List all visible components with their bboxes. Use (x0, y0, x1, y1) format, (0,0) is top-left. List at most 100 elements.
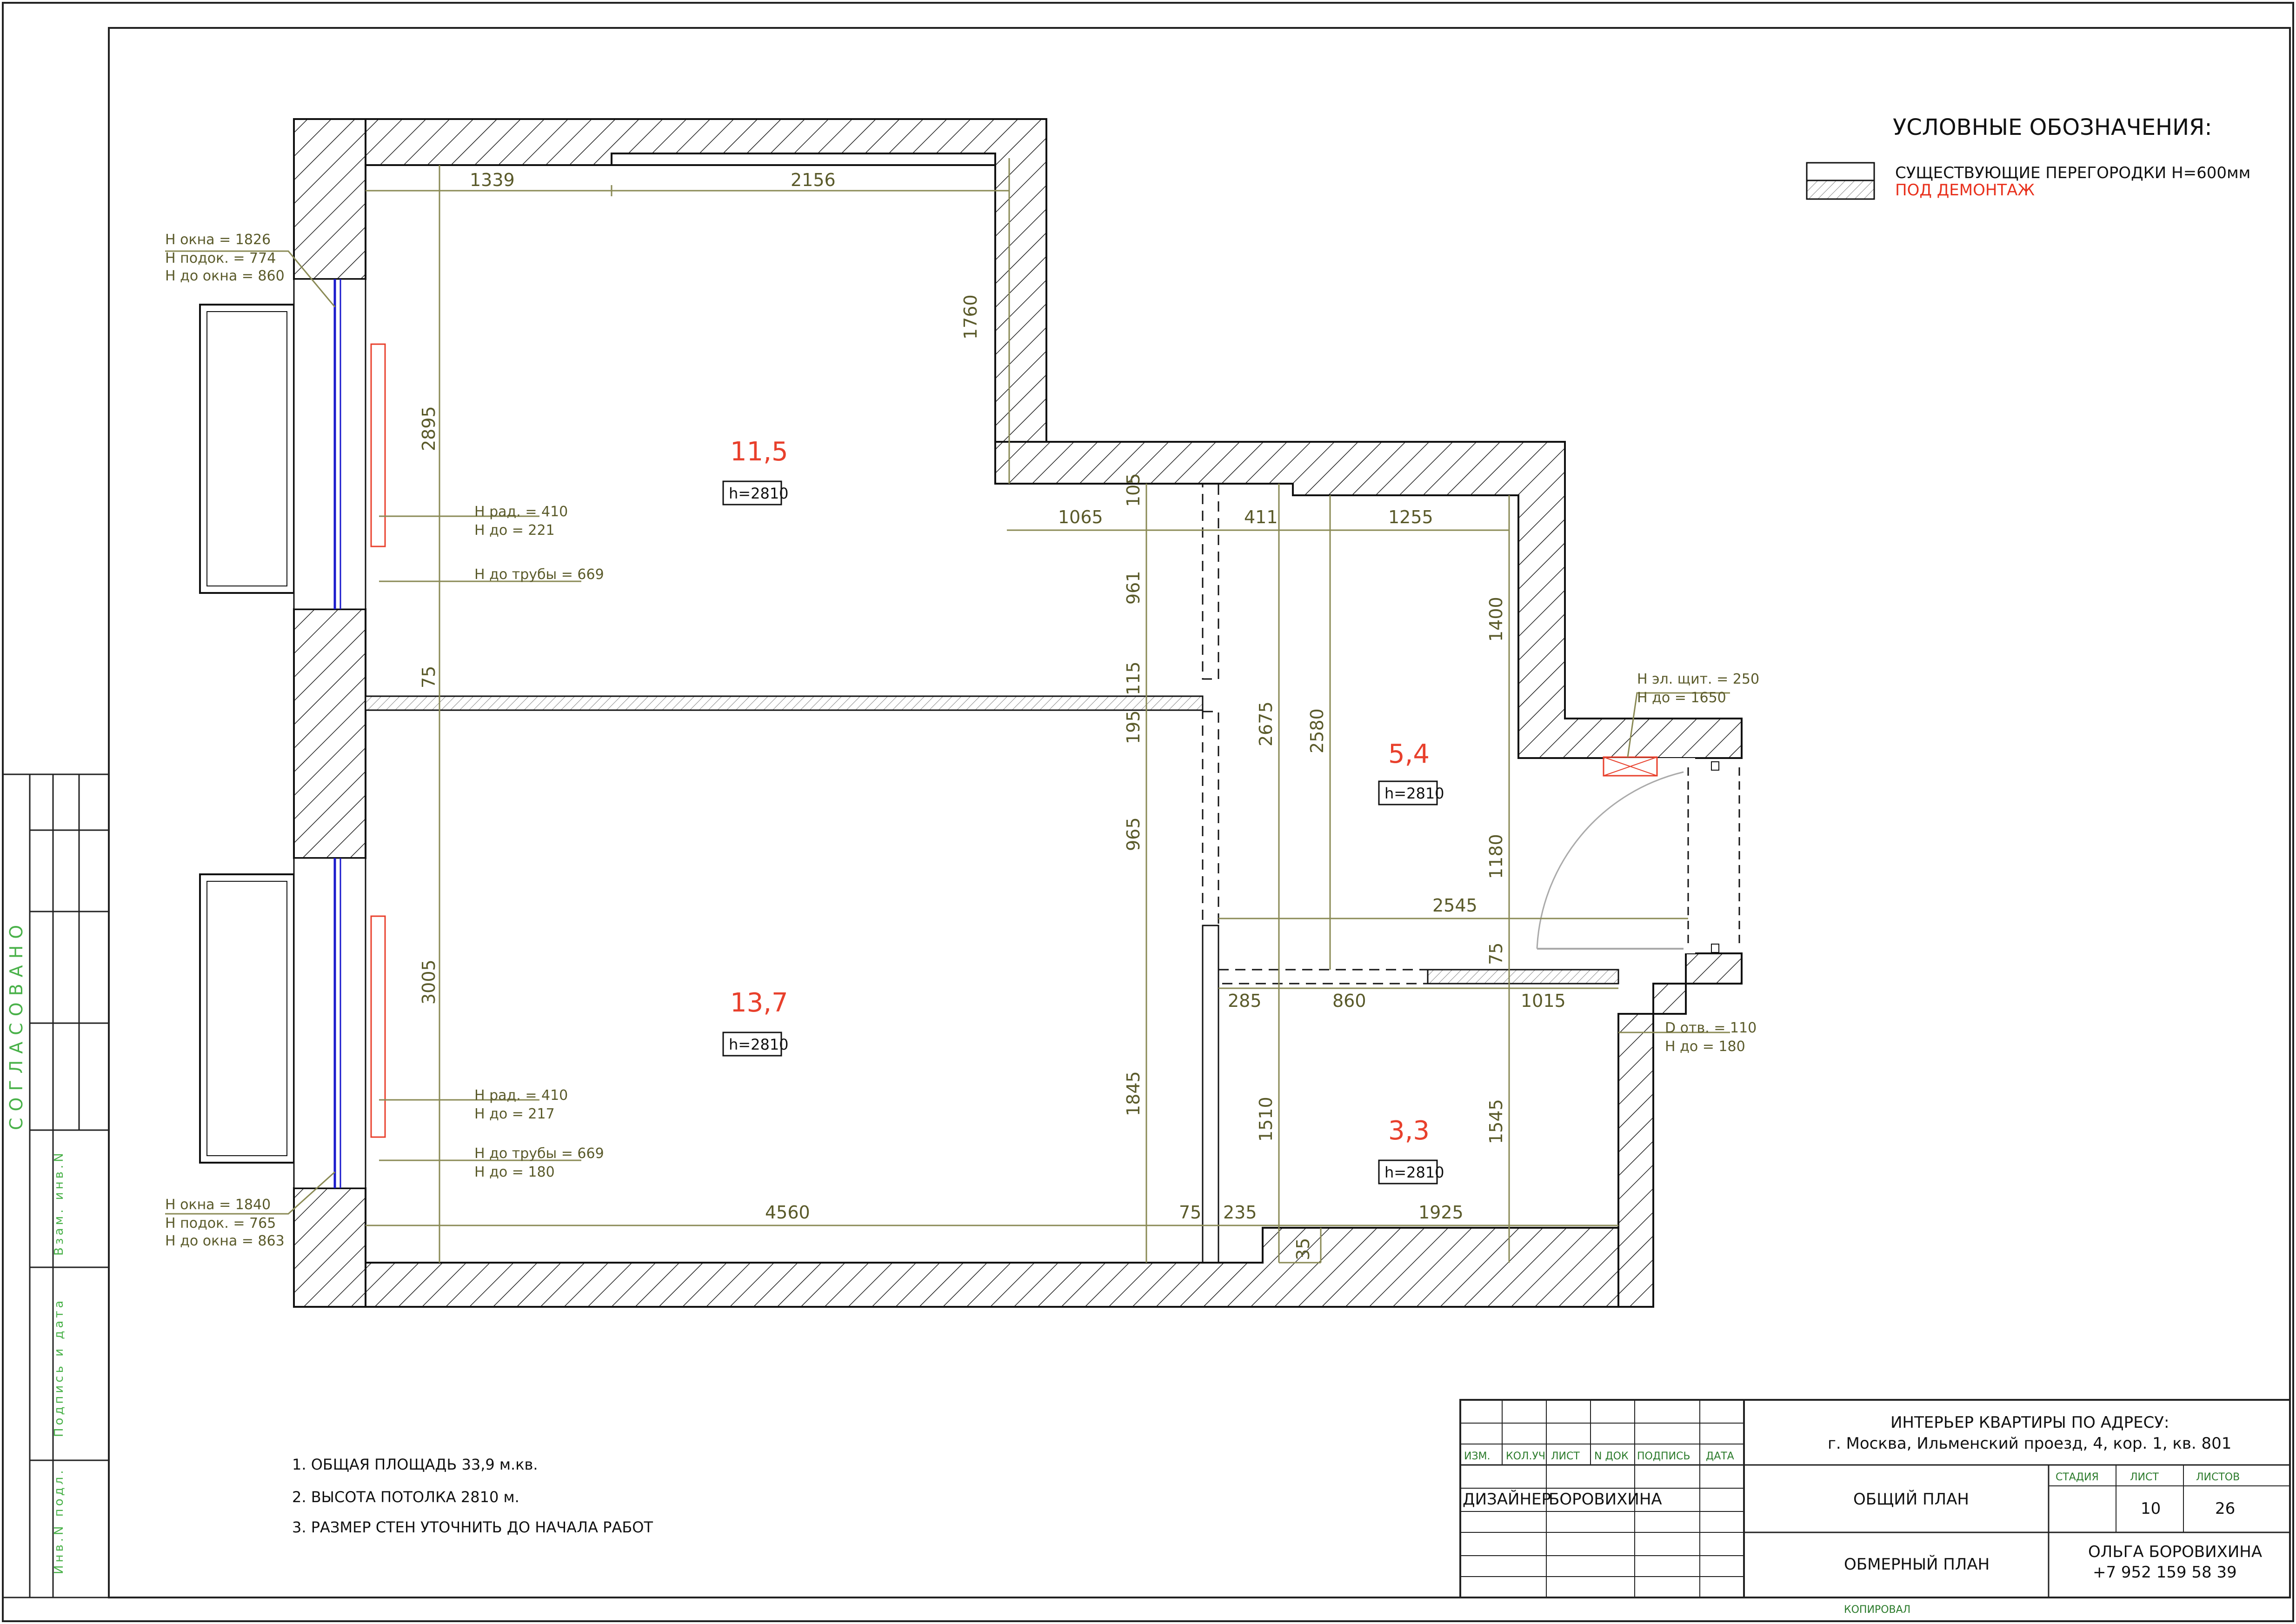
note-rad-top-2: H до = 221 (474, 522, 555, 539)
dim-2895: 2895 (419, 406, 439, 451)
partition-dashed-mid (1202, 711, 1219, 926)
legend-swatch-existing (1806, 162, 1875, 181)
dim-965: 965 (1123, 817, 1144, 851)
dim-285: 285 (1228, 991, 1262, 1011)
stamp-agreed: СОГЛАСОВАНО (6, 918, 27, 1130)
tb-sheet-label: ЛИСТ (2130, 1471, 2159, 1483)
dim-115: 115 (1123, 661, 1144, 695)
note-panel-2: H до = 1650 (1637, 690, 1726, 706)
wall-right-lower (1617, 952, 1743, 1308)
legend-item-demolish: ПОД ДЕМОНТАЖ (1895, 181, 2035, 200)
dim-3005: 3005 (419, 959, 439, 1005)
dim-2580: 2580 (1307, 708, 1327, 753)
title-block: ИЗМ. КОЛ.УЧ ЛИСТ N ДОК ПОДПИСЬ ДАТА ДИЗА… (1459, 1399, 2291, 1616)
tb-header-izm: ИЗМ. (1464, 1451, 1491, 1462)
tb-sheet-title: ОБЩИЙ ПЛАН (1853, 1490, 1969, 1509)
floor-plan-drawing: УСЛОВНЫЕ ОБОЗНАЧЕНИЯ: СУЩЕСТВУЮЩИЕ ПЕРЕГ… (2, 2, 2294, 1622)
note-window-top-3: H до окна = 860 (165, 268, 285, 284)
dim-35: 35 (1293, 1238, 1313, 1260)
legend: УСЛОВНЫЕ ОБОЗНАЧЕНИЯ: СУЩЕСТВУЮЩИЕ ПЕРЕГ… (1806, 114, 2250, 200)
dim-1510: 1510 (1256, 1097, 1276, 1142)
stamp-sign: Подпись и дата (52, 1298, 66, 1437)
entrance-door (1536, 756, 1740, 953)
tb-stage-label: СТАДИЯ (2056, 1471, 2099, 1483)
general-note-2: 2. ВЫСОТА ПОТОЛКА 2810 м. (292, 1488, 519, 1506)
dim-1845: 1845 (1123, 1071, 1144, 1116)
note-hole-2: H до = 180 (1665, 1038, 1745, 1055)
partition-dashed-upper (1202, 483, 1219, 680)
tb-name: БОРОВИХИНА (1549, 1490, 1662, 1509)
legend-item-existing: СУЩЕСТВУЮЩИЕ ПЕРЕГОРОДКИ H=600мм (1895, 164, 2250, 182)
side-stamp: СОГЛАСОВАНО Взам. инв.N Подпись и дата И… (2, 773, 110, 1598)
general-notes: 1. ОБЩАЯ ПЛОЩАДЬ 33,9 м.кв. 2. ВЫСОТА ПО… (292, 1456, 653, 1536)
wall-left-mid (293, 608, 366, 859)
balcony-top (199, 304, 295, 594)
note-window-top-2: H подок. = 774 (165, 250, 276, 266)
dimension-texts: 1339 2156 1760 2895 105 1065 411 1255 96… (419, 170, 1566, 1260)
tb-project-line2: г. Москва, Ильменский проезд, 4, кор. 1,… (1828, 1434, 2231, 1453)
tb-sheets-total: 26 (2215, 1499, 2235, 1518)
note-pipe-top-1: H до трубы = 669 (474, 566, 604, 583)
dim-1015: 1015 (1521, 991, 1566, 1011)
stamp-replace: Взам. инв.N (52, 1150, 66, 1256)
wall-top (365, 118, 1047, 443)
note-window-bottom-2: H подок. = 765 (165, 1215, 276, 1231)
legend-swatch-demolish (1806, 180, 1875, 200)
tb-role: ДИЗАЙНЕР (1463, 1490, 1551, 1509)
tb-author: ОЛЬГА БОРОВИХИНА (2088, 1543, 2262, 1561)
tb-sheets-label: ЛИСТОВ (2196, 1471, 2240, 1483)
wall-left-bottom (293, 1187, 366, 1308)
tb-copied: КОПИРОВАЛ (1844, 1604, 1910, 1616)
note-window-top-1: H окна = 1826 (165, 232, 271, 248)
tb-project-line1: ИНТЕРЬЕР КВАРТИРЫ ПО АДРЕСУ: (1890, 1413, 2169, 1432)
note-rad-bottom-2: H до = 217 (474, 1106, 555, 1122)
dim-105: 105 (1123, 473, 1144, 507)
note-pipe-bottom-2: H до = 180 (474, 1164, 555, 1180)
note-window-bottom-1: H окна = 1840 (165, 1197, 271, 1213)
room-2-area: 13,7 (730, 988, 788, 1018)
partition-bath-dashed (1218, 969, 1429, 985)
partition-bath-demolish (1427, 969, 1619, 985)
dim-1925: 1925 (1418, 1202, 1464, 1223)
tb-drawing-title: ОБМЕРНЫЙ ПЛАН (1844, 1555, 1990, 1574)
note-rad-top-1: H рад. = 410 (474, 504, 568, 520)
legend-title: УСЛОВНЫЕ ОБОЗНАЧЕНИЯ: (1893, 114, 2212, 140)
wall-left-top (293, 118, 366, 280)
dim-1255: 1255 (1388, 507, 1433, 527)
dim-2156: 2156 (791, 170, 836, 190)
dim-235: 235 (1223, 1202, 1257, 1223)
dim-2675: 2675 (1256, 701, 1276, 746)
tb-phone: +7 952 159 58 39 (2093, 1563, 2237, 1582)
general-note-3: 3. РАЗМЕР СТЕН УТОЧНИТЬ ДО НАЧАЛА РАБОТ (292, 1518, 653, 1536)
dim-2545: 2545 (1432, 895, 1477, 916)
inner-frame (108, 27, 2291, 1598)
stamp-inv: Инв.N подл. (52, 1467, 66, 1574)
room-1-area: 11,5 (730, 437, 788, 467)
dim-1760: 1760 (960, 294, 981, 339)
dim-1400: 1400 (1486, 597, 1506, 642)
leader-lines (165, 250, 1730, 1215)
room-4-area: 3,3 (1388, 1116, 1430, 1146)
walls (293, 118, 1743, 1308)
tb-header-sign: ПОДПИСЬ (1637, 1451, 1690, 1462)
tb-header-date: ДАТА (1706, 1451, 1734, 1462)
partition-bath (1202, 925, 1219, 1264)
tb-sheet-no: 10 (2141, 1499, 2161, 1518)
note-window-bottom-3: H до окна = 863 (165, 1233, 285, 1249)
room-labels: 11,5 h=2810 13,7 h=2810 5,4 h=2810 3,3 h… (722, 437, 1444, 1185)
dim-1065: 1065 (1058, 507, 1103, 527)
dim-1339: 1339 (470, 170, 515, 190)
dim-75-left: 75 (419, 666, 439, 688)
dim-1180: 1180 (1486, 834, 1506, 879)
dim-75-right: 75 (1486, 943, 1506, 965)
general-note-1: 1. ОБЩАЯ ПЛОЩАДЬ 33,9 м.кв. (292, 1456, 538, 1473)
dim-195: 195 (1123, 710, 1144, 744)
wall-bottom (365, 1227, 1619, 1308)
note-pipe-bottom-1: H до трубы = 669 (474, 1145, 604, 1162)
dim-75-bottom: 75 (1179, 1202, 1201, 1223)
balcony-bottom (199, 873, 295, 1164)
tb-header-ndok: N ДОК (1594, 1451, 1629, 1462)
tb-header-list: ЛИСТ (1551, 1451, 1580, 1462)
tb-header-kol: КОЛ.УЧ (1506, 1451, 1545, 1462)
room-3-area: 5,4 (1388, 739, 1430, 769)
